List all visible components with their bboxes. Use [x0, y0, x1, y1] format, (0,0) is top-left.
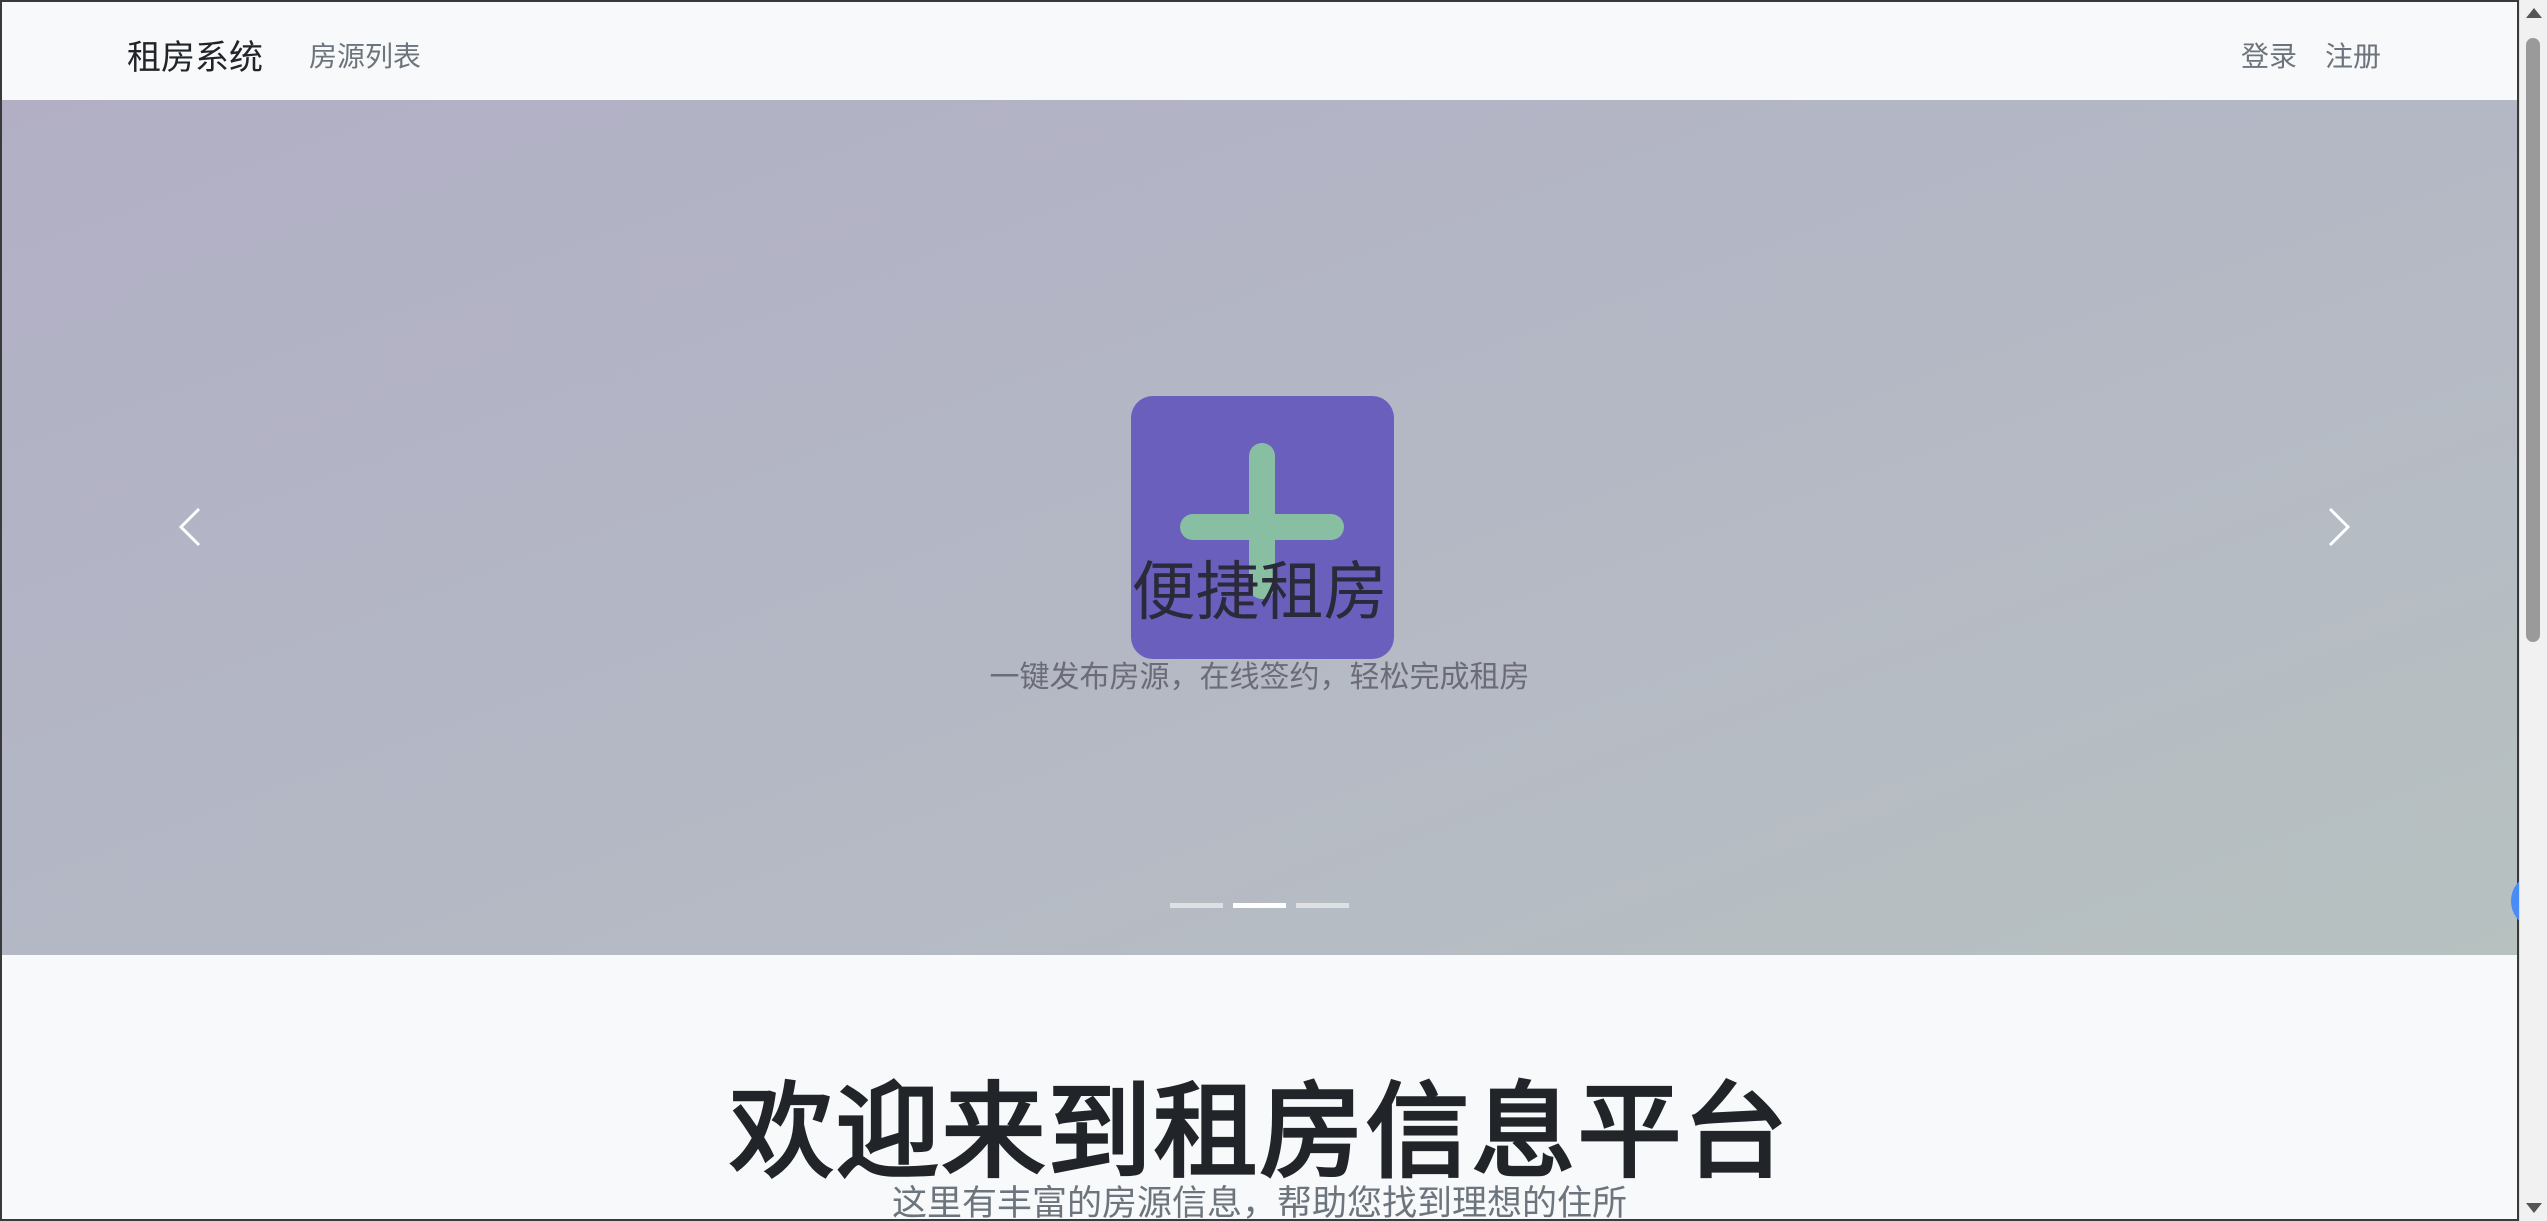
carousel-indicator-1[interactable]	[1170, 903, 1223, 908]
scroll-down-arrow-icon[interactable]	[2526, 1203, 2542, 1213]
carousel-indicators	[2, 903, 2517, 909]
brand-link[interactable]: 租房系统	[127, 30, 263, 79]
carousel-indicator-3[interactable]	[1296, 903, 1349, 908]
chevron-right-icon	[2328, 507, 2351, 547]
navbar: 租房系统 房源列表 登录 注册	[2, 2, 2517, 100]
nav-link-login[interactable]: 登录	[2241, 35, 2297, 75]
scrollbar-thumb[interactable]	[2526, 38, 2540, 642]
vertical-scrollbar[interactable]	[2519, 0, 2547, 1221]
nav-link-house-list[interactable]: 房源列表	[309, 35, 421, 75]
welcome-subtitle: 这里有丰富的房源信息，帮助您找到理想的住所	[891, 1184, 1627, 1221]
nav-link-register[interactable]: 注册	[2325, 35, 2381, 75]
slide-caption: 一键发布房源，在线签约，轻松完成租房	[989, 660, 1530, 695]
page: 租房系统 房源列表 登录 注册 便捷租房 一键发布房源，在线签约，轻松完成租房	[0, 0, 2519, 1221]
carousel-next-button[interactable]	[2312, 492, 2362, 562]
carousel-indicator-2[interactable]	[1233, 903, 1286, 908]
hero-carousel: 便捷租房 一键发布房源，在线签约，轻松完成租房	[2, 100, 2517, 955]
welcome-section: 欢迎来到租房信息平台 这里有丰富的房源信息，帮助您找到理想的住所	[2, 955, 2517, 1221]
scroll-up-arrow-icon[interactable]	[2526, 8, 2542, 18]
slide-title: 便捷租房	[1131, 556, 1388, 630]
